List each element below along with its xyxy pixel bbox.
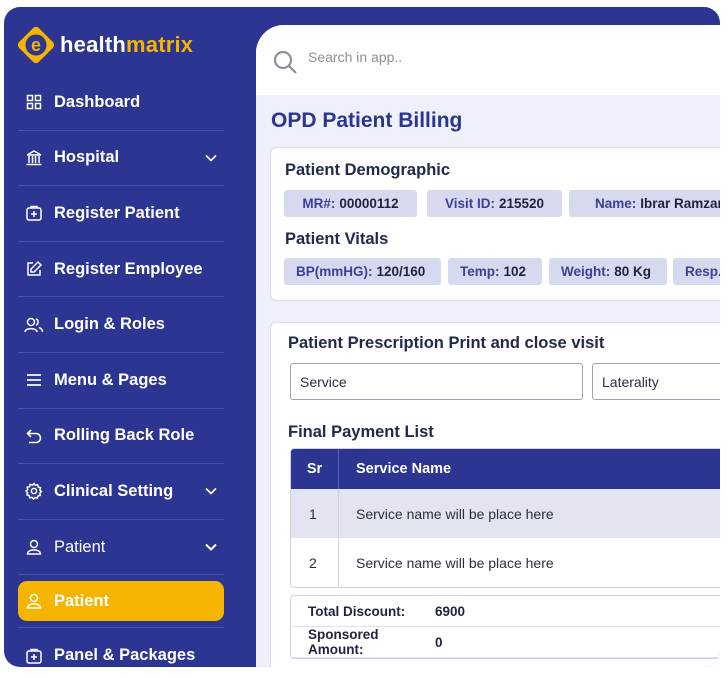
hospital-icon: [24, 148, 44, 168]
payment-table: Sr Service Name 1 Service name will be p…: [290, 448, 720, 588]
search-icon[interactable]: [272, 49, 298, 75]
svg-text:e: e: [31, 35, 41, 55]
sidebar-item-label: Login & Roles: [54, 315, 165, 334]
column-header-service-name: Service Name: [356, 461, 452, 477]
logo-mark-icon: e: [16, 25, 56, 65]
chevron-down-icon: [205, 488, 217, 496]
table-row[interactable]: 1 Service name will be place here: [291, 489, 720, 538]
payment-title: Final Payment List: [288, 423, 434, 441]
users-icon: [24, 315, 44, 335]
bp-label: BP(mmHG):: [296, 264, 373, 279]
menu-icon: [24, 370, 44, 390]
prescription-card: Patient Prescription Print and close vis…: [270, 322, 720, 667]
mr-chip: MR#: 00000112: [284, 190, 417, 217]
search-input[interactable]: [308, 49, 608, 65]
sidebar-item-label: Dashboard: [54, 92, 141, 111]
sidebar-item-label: Register Employee: [54, 259, 203, 278]
table-header: Sr Service Name: [291, 449, 720, 489]
weight-chip: Weight: 80 Kg: [549, 258, 667, 285]
temp-chip: Temp: 102: [448, 258, 542, 285]
brand-name-part1: health: [60, 32, 126, 57]
sidebar-item-register-employee[interactable]: Register Employee: [18, 242, 224, 298]
column-header-sr: Sr: [291, 449, 339, 489]
app-window: e healthmatrix Dashboard Hospital Regist…: [4, 7, 720, 667]
page-title: OPD Patient Billing: [271, 109, 463, 132]
undo-icon: [24, 426, 44, 446]
sidebar-nav: Dashboard Hospital Register Patient Regi…: [18, 75, 224, 667]
row-service-name: Service name will be place here: [356, 554, 554, 571]
service-select[interactable]: Service: [290, 363, 583, 400]
demographic-title: Patient Demographic: [285, 161, 451, 179]
sponsored-amount-row: Sponsored Amount: 0: [291, 627, 720, 658]
payment-summary: Total Discount: 6900 Sponsored Amount: 0: [290, 595, 720, 659]
name-label: Name:: [595, 196, 637, 211]
temp-label: Temp:: [460, 264, 500, 279]
sponsored-amount-label: Sponsored Amount:: [308, 627, 379, 657]
sidebar-item-dashboard[interactable]: Dashboard: [18, 75, 224, 131]
name-value: Ibrar Ramzan: [640, 196, 720, 211]
add-box-icon: [24, 646, 44, 666]
row-sr: 2: [291, 538, 339, 587]
sidebar-item-label: Register Patient: [54, 203, 180, 222]
bp-value: 120/160: [376, 264, 426, 279]
sidebar-item-clinical-setting[interactable]: Clinical Setting: [18, 464, 224, 520]
table-row[interactable]: 2 Service name will be place here: [291, 538, 720, 587]
edit-icon: [24, 259, 44, 279]
sidebar-item-panel-packages[interactable]: Panel & Packages: [18, 627, 224, 667]
user-icon: [24, 537, 44, 557]
bp-chip: BP(mmHG): 120/160: [284, 258, 441, 285]
patient-info-card: Patient Demographic MR#: 00000112 Visit I…: [270, 147, 720, 301]
sidebar-item-rolling-back-role[interactable]: Rolling Back Role: [18, 409, 224, 465]
name-chip: Name: Ibrar Ramzan: [569, 190, 720, 217]
gear-icon: [24, 481, 44, 501]
sidebar-item-label: Patient: [54, 537, 106, 556]
weight-label: Weight:: [561, 264, 611, 279]
brand-name: healthmatrix: [60, 32, 193, 58]
weight-value: 80 Kg: [614, 264, 652, 279]
sidebar-item-label: Panel & Packages: [54, 646, 196, 665]
add-box-icon: [24, 203, 44, 223]
mr-label: MR#:: [302, 196, 336, 211]
visit-id-label: Visit ID:: [444, 196, 495, 211]
row-service-name: Service name will be place here: [356, 505, 554, 522]
user-icon: [24, 591, 44, 611]
total-discount-value: 6900: [435, 603, 466, 619]
sidebar-item-login-roles[interactable]: Login & Roles: [18, 297, 224, 353]
sidebar-item-hospital[interactable]: Hospital: [18, 131, 224, 187]
chevron-down-icon: [205, 543, 217, 551]
sidebar-item-patient-group[interactable]: Patient: [18, 520, 224, 576]
sidebar-item-label: Hospital: [54, 148, 120, 167]
total-discount-label: Total Discount:: [308, 603, 406, 619]
total-discount-row: Total Discount: 6900: [291, 596, 720, 627]
prescription-title: Patient Prescription Print and close vis…: [288, 334, 605, 352]
visit-id-chip: Visit ID: 215520: [427, 190, 562, 217]
sidebar-item-label: Clinical Setting: [54, 481, 174, 500]
sidebar-item-label: Menu & Pages: [54, 370, 167, 389]
mr-value: 00000112: [339, 196, 399, 211]
sidebar-item-patient[interactable]: Patient: [18, 581, 224, 622]
laterality-select[interactable]: Laterality: [592, 363, 720, 400]
sidebar-item-menu-pages[interactable]: Menu & Pages: [18, 353, 224, 409]
sponsored-amount-value: 0: [435, 634, 443, 650]
resp-label: Resp.: [685, 264, 720, 279]
sidebar: e healthmatrix Dashboard Hospital Regist…: [4, 7, 256, 667]
sidebar-item-label: Rolling Back Role: [54, 426, 195, 445]
brand-logo[interactable]: e healthmatrix: [16, 25, 193, 65]
grid-icon: [24, 92, 44, 112]
sidebar-item-label: Patient: [54, 591, 110, 610]
chevron-down-icon: [205, 154, 217, 162]
visit-id-value: 215520: [498, 196, 545, 211]
resp-chip: Resp.: [673, 258, 720, 285]
search-bar: [256, 25, 720, 95]
sidebar-item-register-patient[interactable]: Register Patient: [18, 186, 224, 242]
vitals-title: Patient Vitals: [285, 230, 389, 248]
temp-value: 102: [503, 264, 527, 279]
row-sr: 1: [291, 489, 339, 538]
brand-name-part2: matrix: [126, 32, 194, 57]
main-content: OPD Patient Billing Patient Demographic …: [256, 25, 720, 667]
